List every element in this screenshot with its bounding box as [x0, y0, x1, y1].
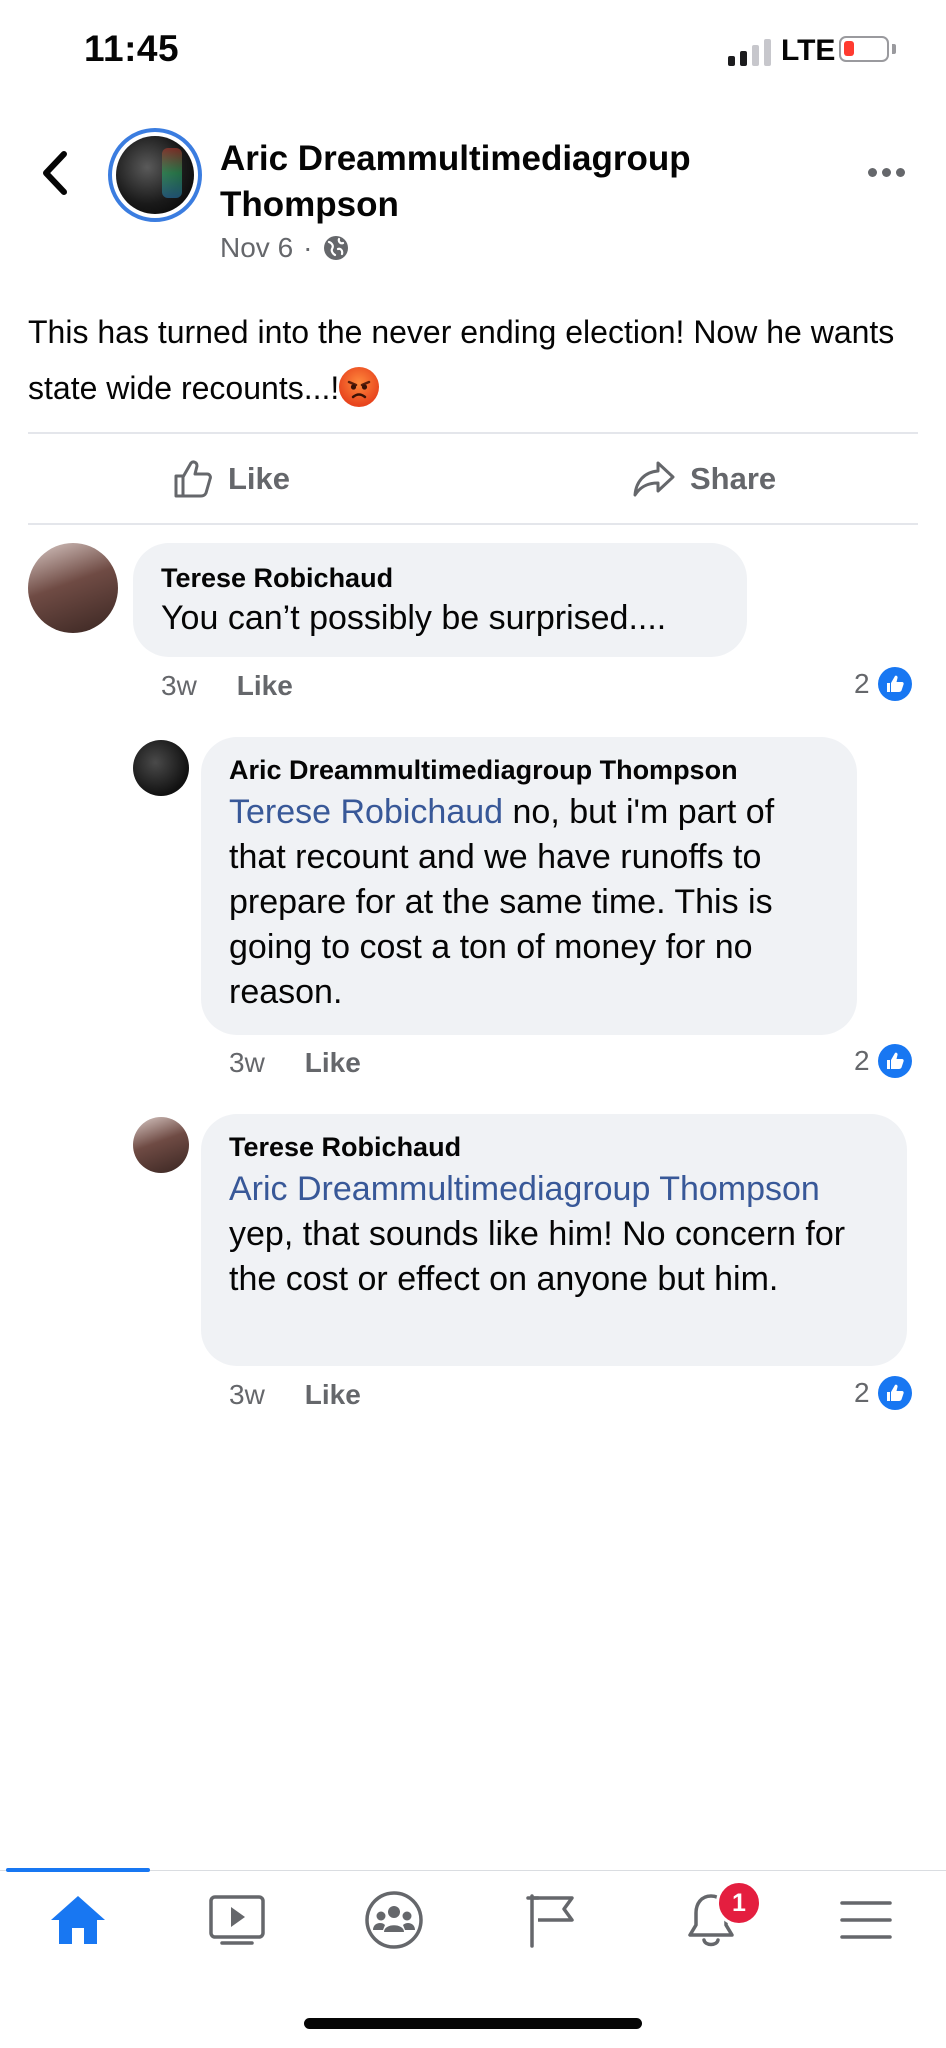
nav-menu[interactable] — [811, 1890, 921, 1950]
comment-meta: 3w Like — [229, 1379, 361, 1411]
comment-text-block: Terese Robichaud no, but i'm part of tha… — [229, 790, 829, 1015]
cellular-signal-icon — [728, 36, 771, 66]
nav-pages[interactable] — [497, 1890, 607, 1950]
comment-text: You can’t possibly be surprised.... — [161, 599, 667, 637]
divider — [28, 432, 918, 434]
comment-time[interactable]: 3w — [229, 1047, 265, 1079]
angry-emoji-icon — [339, 367, 380, 407]
comment-meta: 3w Like — [161, 670, 293, 702]
battery-icon — [839, 36, 889, 62]
comment-author[interactable]: Terese Robichaud — [161, 563, 719, 594]
status-time: 11:45 — [84, 28, 180, 69]
home-icon — [51, 1896, 105, 1944]
post-meta: Nov 6 · — [220, 232, 350, 264]
nav-groups[interactable] — [339, 1890, 449, 1950]
divider — [28, 523, 918, 525]
menu-icon — [840, 1901, 892, 1939]
back-chevron-icon[interactable] — [38, 148, 72, 198]
post-body: This has turned into the never ending el… — [28, 304, 908, 416]
comment-reactions[interactable]: 2 — [854, 1376, 912, 1410]
meta-separator: · — [303, 232, 313, 263]
groups-icon — [365, 1891, 423, 1949]
comment-like-button[interactable]: Like — [305, 1379, 361, 1411]
commenter-avatar[interactable] — [28, 543, 118, 633]
commenter-avatar[interactable] — [133, 1117, 189, 1173]
comment-like-button[interactable]: Like — [305, 1047, 361, 1079]
comment-mention-link[interactable]: Aric Dreammultimediagroup Thompson — [229, 1170, 820, 1208]
thumbs-up-icon — [174, 460, 212, 498]
comment-text: yep, that sounds like him! No concern fo… — [229, 1215, 846, 1298]
commenter-avatar[interactable] — [133, 740, 189, 796]
network-type: LTE — [781, 34, 836, 67]
comment-time[interactable]: 3w — [229, 1379, 265, 1411]
nav-video[interactable] — [182, 1890, 292, 1950]
post-author-name[interactable]: Aric Dreammultimediagroup Thompson — [220, 136, 780, 228]
video-icon — [209, 1895, 265, 1945]
comment-like-button[interactable]: Like — [237, 670, 293, 702]
comment-bubble: Aric Dreammultimediagroup Thompson Teres… — [201, 737, 857, 1035]
more-options-icon[interactable] — [868, 168, 905, 177]
home-indicator — [304, 2018, 642, 2029]
notification-badge: 1 — [716, 1880, 762, 1926]
reaction-count: 2 — [854, 1377, 870, 1408]
comment-bubble: Terese Robichaud Aric Dreammultimediagro… — [201, 1114, 907, 1366]
comment-author[interactable]: Terese Robichaud — [229, 1132, 879, 1163]
comment-time[interactable]: 3w — [161, 670, 197, 702]
post-text: This has turned into the never ending el… — [28, 314, 895, 406]
share-arrow-icon — [633, 461, 675, 497]
comment-reactions[interactable]: 2 — [854, 667, 912, 701]
reaction-count: 2 — [854, 1045, 870, 1076]
like-reaction-icon — [877, 1376, 912, 1410]
author-avatar[interactable] — [108, 128, 202, 222]
comment-text-block: Aric Dreammultimediagroup Thompson yep, t… — [229, 1167, 879, 1302]
active-tab-indicator — [6, 1868, 150, 1872]
comment-reactions[interactable]: 2 — [854, 1044, 912, 1078]
pages-flag-icon — [526, 1894, 574, 1948]
comment-mention-link[interactable]: Terese Robichaud — [229, 793, 503, 831]
comment-author[interactable]: Aric Dreammultimediagroup Thompson — [229, 755, 829, 786]
like-reaction-icon — [877, 667, 912, 701]
like-reaction-icon — [877, 1044, 912, 1078]
reaction-count: 2 — [854, 668, 870, 699]
like-label: Like — [228, 461, 291, 496]
post-date[interactable]: Nov 6 — [220, 232, 293, 264]
globe-icon — [324, 236, 349, 260]
battery-cap — [892, 44, 896, 54]
comment-bubble: Terese Robichaud You can’t possibly be s… — [133, 543, 747, 657]
like-button[interactable]: Like — [172, 458, 290, 500]
nav-home[interactable] — [23, 1890, 133, 1950]
comment-meta: 3w Like — [229, 1047, 361, 1079]
share-label: Share — [690, 461, 777, 496]
share-button[interactable]: Share — [632, 458, 776, 500]
